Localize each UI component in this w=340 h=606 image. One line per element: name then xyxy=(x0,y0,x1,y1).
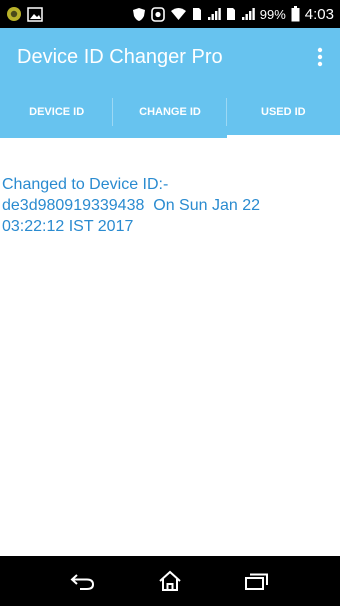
back-icon xyxy=(70,574,95,590)
wifi-icon xyxy=(170,7,187,21)
status-bar: 99% 4:03 xyxy=(0,0,340,28)
gallery-icon xyxy=(27,6,43,22)
overflow-menu-icon xyxy=(317,47,323,67)
recents-icon xyxy=(245,573,268,590)
tab-device-id[interactable]: DEVICE ID xyxy=(0,86,114,138)
home-button[interactable] xyxy=(154,565,186,597)
overflow-menu-button[interactable] xyxy=(310,41,330,73)
battery-percent: 99% xyxy=(259,6,286,22)
back-button[interactable] xyxy=(67,565,99,597)
home-icon xyxy=(159,570,181,591)
status-bar-left xyxy=(6,6,43,22)
clock: 4:03 xyxy=(304,5,334,23)
sim-icon xyxy=(192,7,202,21)
app-icon xyxy=(6,6,22,22)
tab-bar: DEVICE ID CHANGE ID USED ID xyxy=(0,86,340,138)
tab-label: DEVICE ID xyxy=(29,106,85,118)
shield-icon xyxy=(132,7,146,22)
tab-label: USED ID xyxy=(261,106,306,118)
tab-label: CHANGE ID xyxy=(139,106,201,118)
app-bar: Device ID Changer Pro xyxy=(0,28,340,86)
sim-icon xyxy=(226,7,236,21)
recents-button[interactable] xyxy=(241,565,273,597)
signal-icon xyxy=(207,7,221,21)
recorder-icon xyxy=(150,6,165,22)
tab-change-id[interactable]: CHANGE ID xyxy=(113,86,227,138)
navigation-bar xyxy=(0,556,340,606)
tab-used-id[interactable]: USED ID xyxy=(226,86,340,138)
signal-icon xyxy=(241,7,255,21)
used-id-log-entry: Changed to Device ID:- de3d980919339438 … xyxy=(2,176,261,235)
used-id-panel: Changed to Device ID:- de3d980919339438 … xyxy=(0,138,340,556)
app-title: Device ID Changer Pro xyxy=(17,45,223,68)
battery-icon xyxy=(291,6,300,22)
status-bar-right: 99% 4:03 xyxy=(132,6,334,23)
